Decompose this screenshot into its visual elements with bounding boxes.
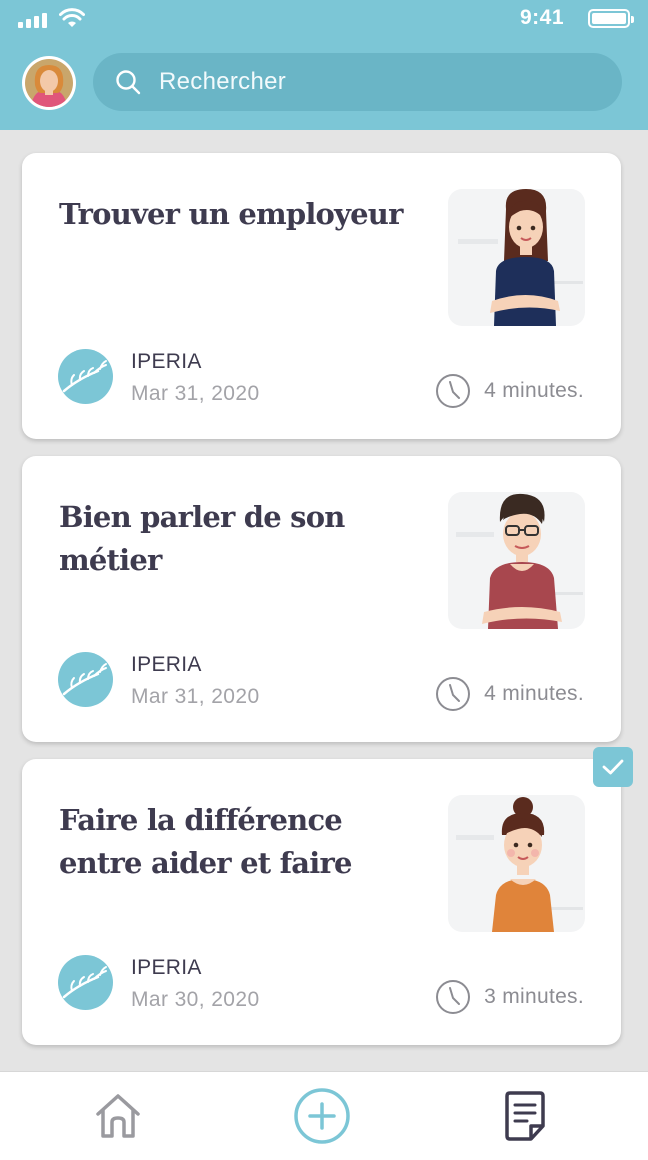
duration-text: 4 minutes. (484, 682, 584, 705)
article-illustration (448, 492, 585, 629)
article-illustration (448, 795, 585, 932)
status-time: 9:41 (520, 6, 565, 29)
source-name: IPERIA (131, 653, 202, 676)
home-icon[interactable] (92, 1090, 144, 1142)
duration-text: 4 minutes. (484, 379, 584, 402)
publish-date: Mar 31, 2020 (131, 685, 260, 708)
user-avatar[interactable] (22, 56, 76, 110)
bottom-nav (0, 1071, 648, 1160)
add-icon[interactable] (293, 1087, 351, 1145)
read-duration: 4 minutes. (435, 676, 584, 712)
read-duration: 4 minutes. (435, 373, 584, 409)
search-icon (116, 70, 141, 95)
search-placeholder: Rechercher (159, 68, 287, 95)
clock-icon (436, 980, 471, 1014)
article-title: Bien parler de son métier (59, 500, 345, 577)
completed-check-icon (593, 747, 633, 787)
signal-icon (18, 12, 47, 28)
article-card[interactable]: Faire la différence entre aider et faire… (22, 759, 621, 1045)
article-card[interactable]: Bien parler de son métier IPERIA Mar 31,… (22, 456, 621, 742)
source-name: IPERIA (131, 350, 202, 373)
search-bar[interactable]: Rechercher (93, 53, 622, 111)
wifi-icon (59, 8, 85, 27)
document-icon[interactable] (501, 1090, 549, 1142)
iperia-logo (58, 955, 113, 1010)
status-bar: 9:41 (0, 0, 648, 40)
clock-icon (436, 677, 471, 711)
clock-icon (436, 374, 471, 408)
publish-date: Mar 30, 2020 (131, 988, 260, 1011)
article-illustration (448, 189, 585, 326)
publish-date: Mar 31, 2020 (131, 382, 260, 405)
source-name: IPERIA (131, 956, 202, 979)
article-card[interactable]: Trouver un employeur IPERIA Mar 31, 2020… (22, 153, 621, 439)
article-title: Faire la différence entre aider et faire (59, 803, 352, 880)
read-duration: 3 minutes. (435, 979, 584, 1015)
article-title: Trouver un employeur (59, 197, 403, 231)
battery-icon (588, 9, 634, 28)
iperia-logo (58, 652, 113, 707)
iperia-logo (58, 349, 113, 404)
app-header: 9:41 Rechercher (0, 0, 648, 130)
duration-text: 3 minutes. (484, 985, 584, 1008)
